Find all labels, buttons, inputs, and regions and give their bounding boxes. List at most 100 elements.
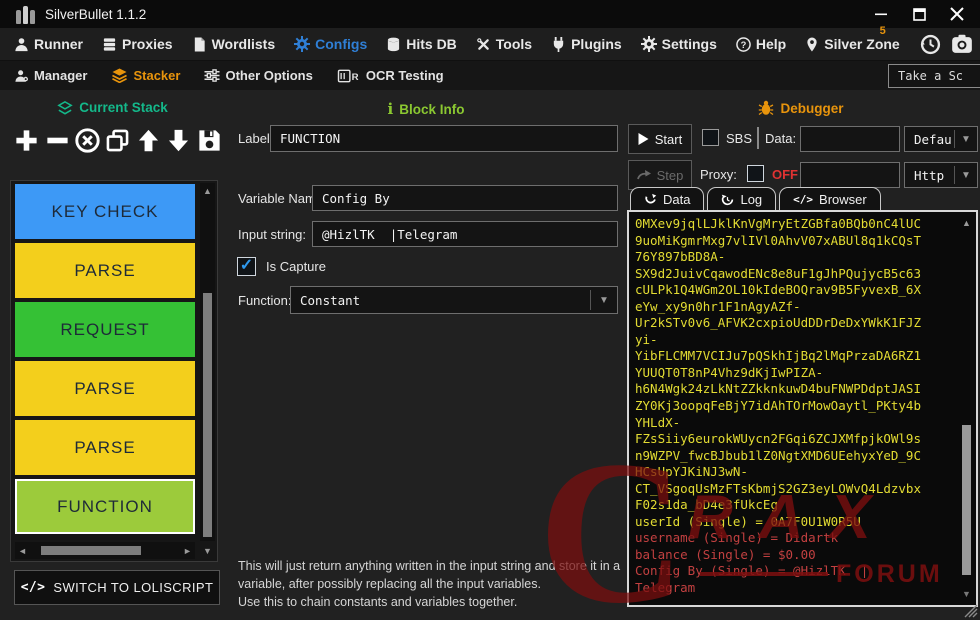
output-line: F02s1da_bD4e3fUkcEg	[635, 497, 778, 513]
menu-item-silver-zone[interactable]: Silver Zone 5	[805, 25, 900, 52]
scroll-left-icon[interactable]: ◄	[15, 546, 30, 556]
tab-stacker[interactable]: Stacker	[111, 68, 180, 83]
bug-icon	[759, 100, 774, 116]
tab-log[interactable]: Log	[707, 187, 777, 210]
svg-text:?: ?	[741, 39, 747, 49]
stack-block-key-check[interactable]: KEY CHECK	[15, 184, 195, 239]
manager-icon	[15, 69, 28, 82]
tab-browser[interactable]: </> Browser	[779, 187, 881, 210]
debugger-tabs: Data Log </> Browser	[630, 187, 881, 210]
stack-block-parse-3[interactable]: PARSE	[15, 420, 195, 475]
add-block-button[interactable]	[12, 122, 41, 158]
menu-item-hits-db[interactable]: Hits DB	[386, 36, 457, 52]
sbs-checkbox[interactable]	[702, 129, 719, 146]
output-line: username (Single) = Didartk	[635, 530, 839, 546]
start-button[interactable]: Start	[628, 124, 692, 154]
check-icon: ✓	[239, 256, 254, 274]
output-line: eYw_xy9n0hr1F1nAgyAZf-	[635, 298, 801, 314]
tab-other-options[interactable]: Other Options	[204, 68, 313, 83]
stack-block-request[interactable]: REQUEST	[15, 302, 195, 357]
clear-stack-button[interactable]	[73, 122, 102, 158]
menu-item-configs[interactable]: Configs	[294, 36, 367, 52]
stack-vertical-scrollbar[interactable]: ▲	[200, 183, 215, 541]
scroll-up-icon[interactable]: ▲	[200, 183, 215, 199]
stacker-layers-icon	[112, 68, 128, 83]
maximize-button[interactable]	[904, 2, 934, 26]
settings-gear-icon	[640, 36, 657, 52]
menu-item-help[interactable]: ? Help	[736, 36, 786, 52]
scroll-right-icon[interactable]: ►	[180, 546, 195, 556]
proxy-input[interactable]	[800, 162, 900, 188]
close-button[interactable]	[942, 2, 972, 26]
scroll-thumb[interactable]	[203, 293, 212, 537]
output-scroll-thumb[interactable]	[962, 425, 971, 575]
circle-x-icon	[75, 127, 100, 153]
proxy-preset-dropdown[interactable]: Http ▼	[904, 162, 978, 188]
screenshot-camera-button[interactable]	[950, 32, 974, 56]
code-icon: </>	[20, 580, 46, 595]
menu-item-wordlists[interactable]: Wordlists	[192, 36, 275, 52]
menu-item-runner[interactable]: Runner	[14, 36, 83, 52]
tab-data[interactable]: Data	[630, 187, 705, 210]
menu-item-tools[interactable]: Tools	[476, 36, 532, 52]
is-capture-checkbox[interactable]: ✓	[237, 257, 256, 276]
block-info-header: i Block Info	[387, 100, 465, 118]
menu-item-settings[interactable]: Settings	[640, 36, 717, 52]
app-window: SilverBullet 1.1.2 Runner Proxies Wordli…	[0, 0, 980, 620]
title-bar: SilverBullet 1.1.2	[0, 0, 980, 28]
output-line: 9uoMiKgmrMxg7vlIVl0AhvV07xABUl8q1kCQsT	[635, 232, 921, 248]
variable-name-input[interactable]	[312, 185, 618, 211]
tab-manager[interactable]: Manager	[14, 68, 87, 83]
output-line: 76Y897bBD8A-	[635, 249, 726, 265]
proxy-checkbox[interactable]	[747, 165, 764, 182]
input-string-label: Input string:	[238, 227, 306, 242]
switch-to-loliscript-button[interactable]: </> SWITCH TO LOLISCRIPT	[14, 570, 220, 605]
clone-block-button[interactable]	[103, 122, 132, 158]
minimize-button[interactable]	[866, 2, 896, 26]
stack-blocks: KEY CHECK PARSE REQUEST PARSE PARSE FUNC…	[15, 184, 197, 538]
scroll-down-icon[interactable]: ▼	[960, 586, 973, 602]
take-screenshot-button[interactable]: Take a Sc	[888, 64, 980, 88]
output-line: cULPk1Q4WGm2OL10kIdeBOQrav9B5FyvexB_6X	[635, 282, 921, 298]
output-line: Telegram	[635, 580, 696, 596]
log-history-icon	[722, 194, 734, 205]
function-dropdown[interactable]: Constant ▼	[290, 286, 618, 314]
save-icon	[199, 129, 220, 151]
move-up-button[interactable]	[134, 122, 163, 158]
tools-icon	[477, 37, 489, 50]
output-line: YUUQT0T8nP4Vhz9dKjIwPIZA-	[635, 364, 824, 380]
scroll-down-icon[interactable]: ▼	[200, 543, 215, 559]
clone-icon	[107, 129, 129, 151]
stack-block-parse-1[interactable]: PARSE	[15, 243, 195, 298]
stack-toolbar	[12, 120, 224, 160]
stack-block-parse-2[interactable]: PARSE	[15, 361, 195, 416]
label-input[interactable]	[270, 125, 618, 152]
configs-icon	[294, 36, 311, 52]
menu-item-proxies[interactable]: Proxies	[102, 36, 173, 52]
debug-data-input[interactable]	[800, 126, 900, 152]
input-string-input[interactable]	[312, 221, 618, 247]
save-stack-button[interactable]	[195, 122, 224, 158]
move-down-button[interactable]	[164, 122, 193, 158]
tab-ocr-testing[interactable]: R OCR Testing	[337, 68, 444, 83]
stack-horizontal-scrollbar[interactable]: ◄ ►	[15, 542, 195, 559]
remove-block-button[interactable]	[42, 122, 71, 158]
plus-icon	[16, 129, 37, 151]
play-icon	[638, 133, 649, 145]
output-line: CT_VSgoqUsMzFTsKbmjS2GZ3eyLOWvQ4Ldzvbx	[635, 480, 921, 496]
refresh-icon	[645, 193, 657, 203]
debug-output-box[interactable]: 0MXev9jqlLJklKnVgMryEtZGBfa0BQb0nC4lUC 9u…	[627, 210, 978, 607]
stack-list-panel: KEY CHECK PARSE REQUEST PARSE PARSE FUNC…	[10, 180, 218, 562]
output-line: Ur2kSTv0v6_AFVK2cxpioUdDDrDeDxYWkK1FJZ	[635, 315, 921, 331]
proxy-status: OFF	[772, 167, 798, 182]
step-button[interactable]: Step	[628, 160, 692, 190]
sbs-label: SBS	[726, 131, 753, 146]
h-scroll-thumb[interactable]	[41, 546, 141, 555]
menu-item-plugins[interactable]: Plugins	[551, 36, 622, 52]
output-line: n9WZPV_fwcBJbub1lZ0NgtXMD6UEehyxYeD_9C	[635, 447, 921, 463]
history-button[interactable]	[919, 32, 943, 56]
stack-block-function[interactable]: FUNCTION	[15, 479, 195, 534]
scroll-up-icon[interactable]: ▲	[960, 215, 973, 231]
data-preset-dropdown[interactable]: Defau ▼	[904, 126, 978, 152]
output-scrollbar[interactable]: ▲ ▼	[960, 215, 973, 602]
